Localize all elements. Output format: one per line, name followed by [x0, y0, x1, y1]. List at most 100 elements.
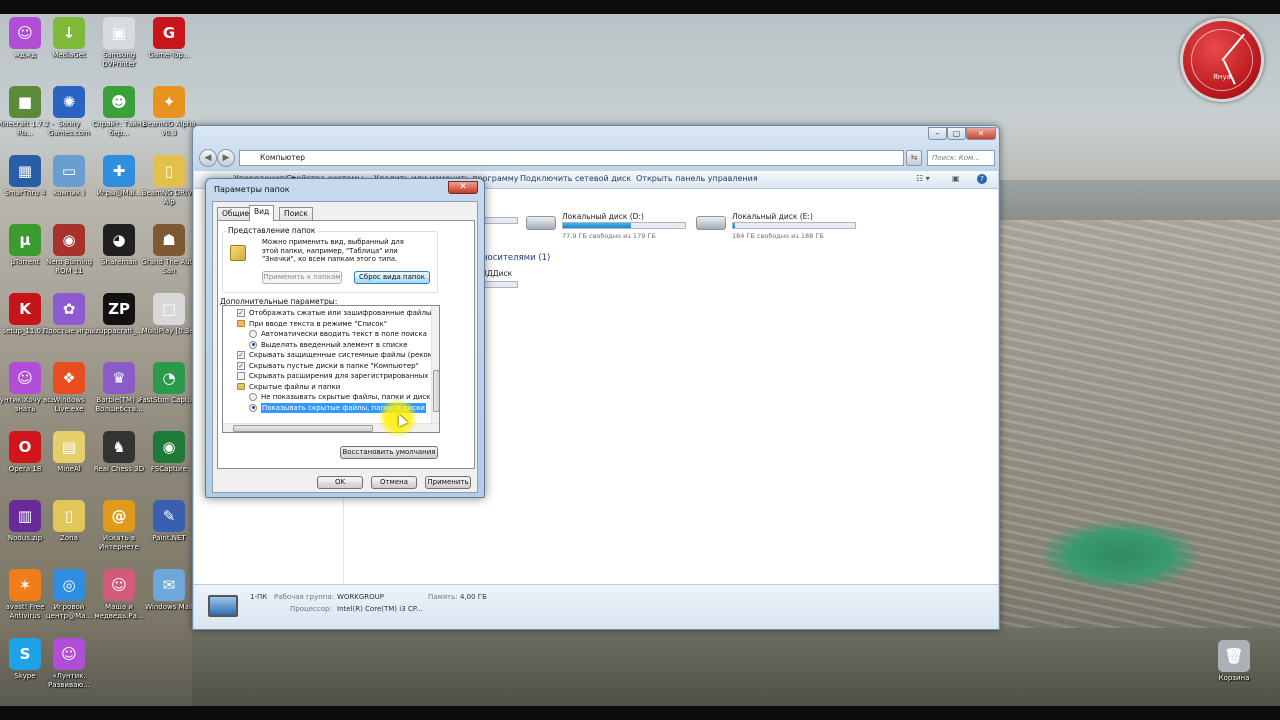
address-bar[interactable]: Компьютер: [239, 150, 904, 166]
removable-storage-header[interactable]: носителями (1): [482, 253, 550, 263]
checkbox-checked-icon: ✓: [237, 361, 245, 370]
vertical-scrollbar[interactable]: [431, 306, 439, 424]
desktop-icon-label: Windows Mail: [145, 603, 193, 611]
refresh-button[interactable]: ⇆: [906, 150, 922, 166]
desktop-icon[interactable]: ◉ FSCapture: [138, 431, 200, 474]
desktop-icon-label: FastSton Capture: [138, 396, 200, 404]
app-icon: ☺: [9, 362, 41, 394]
app-icon: G: [153, 17, 185, 49]
address-text: Компьютер: [260, 153, 305, 162]
drive-tile-d[interactable]: Локальный диск (D:) 77,9 ГБ свободно из …: [526, 212, 696, 242]
close-button[interactable]: ✕: [966, 127, 996, 140]
tree-item-label: Скрытые файлы и папки: [249, 382, 341, 391]
folder-views-icon: [230, 245, 246, 261]
clock-label: Януа: [1213, 73, 1231, 81]
help-icon[interactable]: ?: [977, 174, 987, 184]
app-icon: ■: [9, 86, 41, 118]
desktop-icon-label: BeamNG Alpha v0.3: [142, 120, 196, 137]
desktop-icon[interactable]: ◔ FastSton Capture: [138, 362, 200, 405]
dialog-body: Общие Вид Поиск Представление папок Можн…: [212, 201, 478, 493]
folder-options-dialog[interactable]: Параметры папок ✕ Общие Вид Поиск Предст…: [205, 178, 485, 498]
desktop-icon[interactable]: ✦ BeamNG Alpha v0.3: [138, 86, 200, 138]
desktop-icon[interactable]: G Game-Top...: [138, 17, 200, 60]
app-icon: ▭: [53, 155, 85, 187]
desktop-icon[interactable]: 🗑 Корзина: [1203, 640, 1265, 683]
memory-label: Память:: [428, 593, 458, 601]
preview-pane-icon[interactable]: ▣: [952, 174, 960, 183]
dialog-title: Параметры папок: [214, 185, 290, 194]
tree-item-label: Отображать сжатые или зашифрованные файл…: [249, 309, 440, 317]
ok-button[interactable]: OK: [317, 476, 363, 489]
desktop-icon[interactable]: ☗ Grand The Auto San: [138, 224, 200, 276]
app-icon: ✦: [153, 86, 185, 118]
tree-item-label: Автоматически вводить текст в поле поиск…: [261, 330, 427, 338]
desktop-icon-label: Корзина: [1218, 674, 1250, 682]
video-letterbox-bottom: [0, 706, 1280, 720]
reset-folders-button[interactable]: Сброс вида папок: [354, 271, 430, 284]
app-icon: ▯: [53, 500, 85, 532]
app-icon: 🗑: [1218, 640, 1250, 672]
workgroup-label: Рабочая группа:: [274, 593, 335, 601]
search-placeholder: Поиск: Ком...: [932, 154, 980, 162]
search-input[interactable]: Поиск: Ком...: [927, 150, 995, 166]
app-icon: ▥: [9, 500, 41, 532]
app-icon: ☺: [53, 638, 85, 670]
desktop-icon-label: MultiPlay [0.3e]: [141, 327, 197, 335]
apply-button[interactable]: Применить: [425, 476, 471, 489]
folder-views-title: Представление папок: [226, 226, 318, 235]
restore-defaults-button[interactable]: Восстановить умолчания: [340, 446, 438, 459]
desktop-icon[interactable]: □ MultiPlay [0.3e]: [138, 293, 200, 336]
maximize-button[interactable]: ▢: [947, 127, 966, 140]
cpu-label: Процессор:: [290, 605, 332, 613]
tree-item-label: Скрывать расширения для зарегистрированн…: [249, 372, 440, 380]
drive-name: Локальный диск (D:): [562, 212, 644, 221]
clock-gadget[interactable]: Януа: [1180, 18, 1264, 102]
view-options-icon[interactable]: ☷ ▾: [916, 174, 930, 183]
desktop-icon[interactable]: ✎ Paint.NET: [138, 500, 200, 543]
desktop-icon[interactable]: ☺ «Лунтик. Развиваю...: [38, 638, 100, 690]
app-icon: ✿: [53, 293, 85, 325]
forward-button[interactable]: ▶: [217, 149, 235, 167]
open-control-panel-button[interactable]: Открыть панель управления: [636, 174, 758, 183]
app-icon: O: [9, 431, 41, 463]
app-icon: ✎: [153, 500, 185, 532]
app-icon: K: [9, 293, 41, 325]
tree-item-label: При вводе текста в режиме "Список": [249, 319, 388, 328]
app-icon: ◎: [53, 569, 85, 601]
dialog-close-button[interactable]: ✕: [448, 181, 478, 194]
radio-icon: [249, 393, 257, 401]
landscape-trees: [192, 628, 1280, 706]
hard-drive-icon: [526, 216, 556, 230]
minimize-button[interactable]: –: [928, 127, 947, 140]
cancel-button[interactable]: Отмена: [371, 476, 417, 489]
computer-icon: [208, 595, 238, 617]
drive-name: Локальный диск (E:): [732, 212, 813, 221]
app-icon: ▤: [53, 431, 85, 463]
desktop-icon[interactable]: ▯ BeamNG DRIVE Alp: [138, 155, 200, 207]
app-icon: ☗: [153, 224, 185, 256]
cpu-value: Intel(R) Core(TM) i3 CP...: [337, 605, 423, 613]
radio-selected-icon: [249, 403, 257, 412]
app-icon: ZP: [103, 293, 135, 325]
app-icon: ♛: [103, 362, 135, 394]
apply-to-folders-button[interactable]: Применить к папкам: [262, 271, 342, 284]
tab-view[interactable]: Вид: [249, 205, 275, 221]
app-icon: ♞: [103, 431, 135, 463]
tab-search[interactable]: Поиск: [279, 207, 313, 220]
checkbox-checked-icon: ✓: [237, 309, 245, 317]
drive-free-space: 184 ГБ свободно из 188 ГБ: [732, 232, 824, 240]
workgroup-value: WORKGROUP: [337, 593, 385, 601]
back-button[interactable]: ◀: [199, 149, 217, 167]
map-network-drive-button[interactable]: Подключить сетевой диск: [520, 174, 631, 183]
drive-tile-e[interactable]: Локальный диск (E:) 184 ГБ свободно из 1…: [696, 212, 866, 242]
desktop-icon-label: Grand The Auto San: [141, 258, 197, 275]
app-icon: µ: [9, 224, 41, 256]
app-icon: ▦: [9, 155, 41, 187]
desktop-icon[interactable]: ✉ Windows Mail: [138, 569, 200, 612]
hard-drive-icon: [696, 216, 726, 230]
app-icon: ☺: [9, 17, 41, 49]
app-icon: ✚: [103, 155, 135, 187]
app-icon: ↓: [53, 17, 85, 49]
pc-name: 1-ПК: [250, 593, 268, 601]
radio-icon: [249, 330, 257, 338]
